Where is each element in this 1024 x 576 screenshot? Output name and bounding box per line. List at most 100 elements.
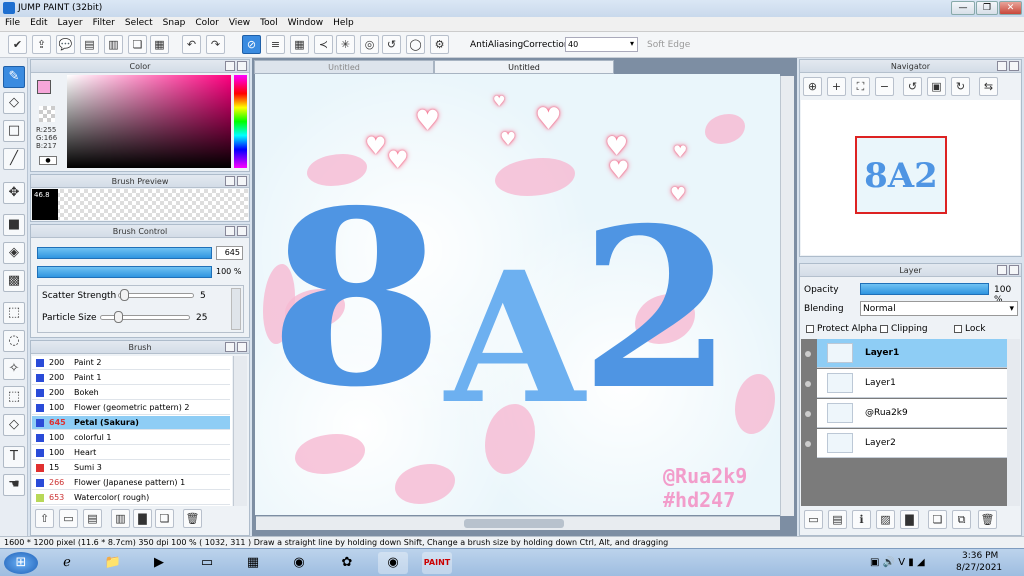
parallel-lines-icon[interactable]: ≡ — [266, 35, 285, 54]
fit-window-icon[interactable]: ⛶ — [851, 77, 870, 96]
brush-list-item[interactable]: 100 colorful 1 — [32, 431, 230, 445]
brush-list-item[interactable]: 653 Watercolor( rough) — [32, 491, 230, 505]
fill-rect-icon[interactable]: ■ — [3, 214, 25, 236]
brush-list-scrollbar[interactable] — [233, 356, 247, 506]
hue-slider[interactable] — [234, 75, 247, 168]
undo-icon[interactable]: ↶ — [182, 35, 201, 54]
lasso-icon[interactable]: ◌ — [3, 330, 25, 352]
minimize-button[interactable]: — — [951, 1, 975, 15]
primary-color-swatch[interactable] — [37, 80, 51, 94]
bucket-icon[interactable]: ◈ — [3, 242, 25, 264]
panel-close-icon[interactable] — [237, 61, 247, 71]
maximize-button[interactable]: ❐ — [976, 1, 998, 15]
panel-close-icon[interactable] — [237, 176, 247, 186]
visibility-icon[interactable] — [805, 441, 811, 447]
export-icon[interactable]: ⇪ — [32, 35, 51, 54]
panel-float-icon[interactable] — [997, 61, 1007, 71]
brush-list-item[interactable]: 200 Paint 2 — [32, 356, 230, 370]
visibility-icon[interactable] — [805, 381, 811, 387]
grid-layout-icon[interactable]: ▦ — [150, 35, 169, 54]
menu-edit[interactable]: Edit — [25, 17, 52, 29]
menu-color[interactable]: Color — [190, 17, 224, 29]
file-explorer-icon[interactable]: 📁 — [98, 552, 128, 574]
chrome-icon[interactable]: ◉ — [284, 552, 314, 574]
saturation-value-picker[interactable] — [67, 75, 231, 168]
brush-settings-icon[interactable]: ▥ — [111, 509, 130, 528]
brush-menu-icon[interactable]: ▤ — [83, 509, 102, 528]
panel-float-icon[interactable] — [225, 342, 235, 352]
circle-icon[interactable]: ◯ — [406, 35, 425, 54]
layer-row[interactable]: Layer1 — [805, 339, 1007, 368]
zoom-fit-icon[interactable]: ⊕ — [803, 77, 822, 96]
panel-close-icon[interactable] — [237, 342, 247, 352]
hand-icon[interactable]: ☚ — [3, 474, 25, 496]
menu-window[interactable]: Window — [283, 17, 329, 29]
radial-icon[interactable]: ✳ — [336, 35, 355, 54]
clipping-checkbox[interactable]: Clipping — [880, 324, 928, 334]
document-icon[interactable]: ▥ — [104, 35, 123, 54]
line-icon[interactable]: ╱ — [3, 148, 25, 170]
network-icon[interactable]: ▭ — [192, 552, 222, 574]
protect-alpha-checkbox[interactable]: Protect Alpha — [806, 324, 877, 334]
comment-icon[interactable]: 💬 — [56, 35, 75, 54]
zoom-out-icon[interactable]: − — [875, 77, 894, 96]
duplicate-icon[interactable]: ❏ — [155, 509, 174, 528]
tab-untitled-1[interactable]: Untitled — [254, 60, 434, 74]
merge-layer-icon[interactable]: ⧉ — [952, 510, 971, 529]
brush-list-item[interactable]: 266 Flower (Japanese pattern) 1 — [32, 476, 230, 490]
layer-row[interactable]: Layer1 — [805, 369, 1007, 398]
duplicate-layer-icon[interactable]: ❏ — [928, 510, 947, 529]
layer-row[interactable]: @Rua2k9 — [805, 399, 1007, 428]
scatter-slider[interactable] — [118, 293, 194, 298]
menu-snap[interactable]: Snap — [158, 17, 191, 29]
brush-list-item[interactable]: 15 Sumi 3 — [32, 461, 230, 475]
vertical-scrollbar[interactable] — [780, 76, 794, 516]
brush-size-value[interactable]: 645 — [216, 246, 243, 260]
menu-select[interactable]: Select — [120, 17, 158, 29]
brush-icon[interactable]: ✎ — [3, 66, 25, 88]
calculator-icon[interactable]: ▦ — [238, 552, 268, 574]
select-eraser-icon[interactable]: ◇ — [3, 414, 25, 436]
media-player-icon[interactable]: ▶ — [144, 552, 174, 574]
text-icon[interactable]: T — [3, 446, 25, 468]
jump-paint-icon[interactable]: PAINT — [422, 552, 452, 574]
eraser-icon[interactable]: ◇ — [3, 92, 25, 114]
vanishing-point-icon[interactable]: ≺ — [314, 35, 333, 54]
tab-untitled-2[interactable]: Untitled — [434, 60, 614, 74]
panel-float-icon[interactable] — [225, 226, 235, 236]
start-button[interactable]: ⊞ — [4, 552, 38, 574]
close-button[interactable]: ✕ — [999, 1, 1022, 15]
settings-icon[interactable]: ⚙ — [430, 35, 449, 54]
snap-off-icon[interactable]: ⊘ — [242, 35, 261, 54]
zoom-in-icon[interactable]: + — [827, 77, 846, 96]
rectangle-icon[interactable]: □ — [3, 120, 25, 142]
layer-opacity-slider[interactable] — [860, 283, 989, 295]
panel-close-icon[interactable] — [1009, 265, 1019, 275]
transparent-color-swatch[interactable] — [39, 106, 55, 122]
correction-select[interactable]: 40 ▾ — [565, 37, 638, 52]
panel-close-icon[interactable] — [237, 226, 247, 236]
delete-layer-icon[interactable]: 🗑 — [978, 510, 997, 529]
magic-wand-icon[interactable]: ✧ — [3, 358, 25, 380]
message-icon[interactable]: ▤ — [80, 35, 99, 54]
curve-icon[interactable]: ↺ — [382, 35, 401, 54]
folder-icon[interactable]: ▇ — [133, 509, 152, 528]
brush-list-item[interactable]: 645 Petal (Sakura) — [32, 416, 230, 430]
rect-select-icon[interactable]: ⬚ — [3, 302, 25, 324]
menu-filter[interactable]: Filter — [88, 17, 120, 29]
chrome-profile-icon[interactable]: ◉ — [378, 552, 408, 574]
check-icon[interactable]: ✔ — [8, 35, 27, 54]
navigator-preview[interactable]: 8A2 — [801, 100, 1020, 255]
select-pen-icon[interactable]: ⬚ — [3, 386, 25, 408]
visibility-icon[interactable] — [805, 411, 811, 417]
layer-menu-icon[interactable]: ▤ — [828, 510, 847, 529]
eye-icon[interactable]: ● — [39, 156, 57, 165]
brush-list-item[interactable]: 200 Bokeh — [32, 386, 230, 400]
layer-info-icon[interactable]: ℹ — [852, 510, 871, 529]
panel-float-icon[interactable] — [225, 176, 235, 186]
scatter-handle[interactable] — [120, 289, 129, 301]
brush-list-item[interactable]: 100 Flower (geometric pattern) 2 — [32, 401, 230, 415]
menu-help[interactable]: Help — [328, 17, 359, 29]
menu-file[interactable]: File — [0, 17, 25, 29]
flip-icon[interactable]: ⇆ — [979, 77, 998, 96]
